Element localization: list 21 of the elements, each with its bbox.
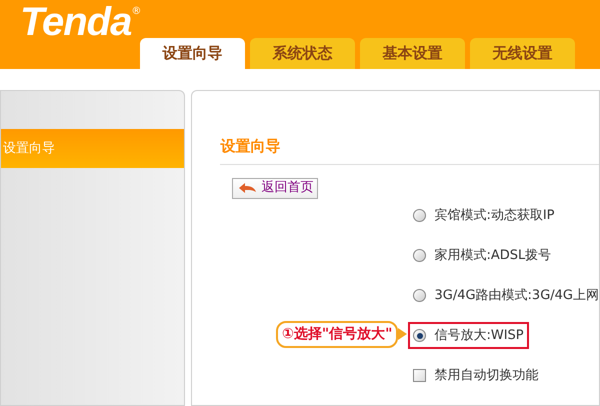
- option-label: 3G/4G路由模式:3G/4G上网: [434, 286, 599, 305]
- return-arrow-icon: [237, 182, 258, 194]
- callout-pointer: [398, 328, 408, 340]
- section-title: 设置向导: [220, 135, 599, 164]
- radio-button[interactable]: [413, 289, 426, 302]
- annotation-callout: ①选择"信号放大": [276, 320, 398, 348]
- radio-button[interactable]: [413, 329, 426, 342]
- registered-mark: ®: [131, 5, 142, 17]
- option-label: 禁用自动切换功能: [434, 366, 538, 385]
- option-label: 宾馆模式:动态获取IP: [434, 206, 555, 225]
- option-label: 信号放大:WISP: [434, 326, 524, 345]
- brand-logo: Tenda: [20, 0, 132, 44]
- back-home-button[interactable]: 返回首页: [232, 178, 318, 198]
- nav-tab[interactable]: 无线设置: [470, 38, 575, 69]
- nav-tab[interactable]: 基本设置: [360, 38, 465, 69]
- option-label: 家用模式:ADSL拨号: [434, 246, 552, 265]
- checkbox[interactable]: [413, 369, 426, 382]
- nav-tab[interactable]: 系统状态: [250, 38, 355, 69]
- radio-button[interactable]: [413, 249, 426, 262]
- radio-button[interactable]: [413, 209, 426, 222]
- nav-tab[interactable]: 设置向导: [140, 38, 245, 69]
